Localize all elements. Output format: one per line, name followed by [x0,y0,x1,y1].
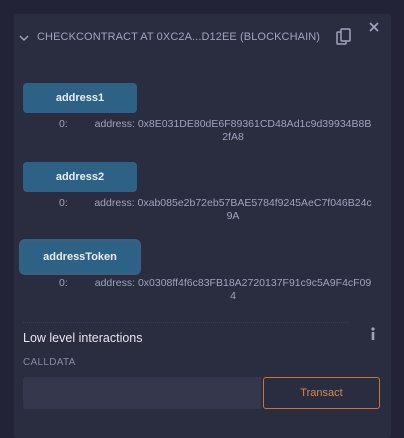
contract-title: CHECKCONTRACT AT 0XC2A...D12EE (BLOCKCHA… [37,31,321,43]
result-value: address: 0x0308ff4f6c83FB18A2720137F91c9… [94,277,372,302]
contract-card: CHECKCONTRACT AT 0XC2A...D12EE (BLOCKCHA… [14,14,391,438]
transact-button[interactable]: Transact [263,377,380,409]
copy-icon[interactable] [336,28,352,46]
result-value: address: 0x8E031DE80dE6F89361CD48Ad1c9d3… [94,118,372,143]
chevron-down-icon[interactable] [19,33,29,43]
result-index: 0: [59,277,68,289]
address1-button[interactable]: address1 [23,83,137,113]
result-index: 0: [59,197,68,209]
deployed-contract-panel: CHECKCONTRACT AT 0XC2A...D12EE (BLOCKCHA… [0,0,404,438]
close-icon[interactable] [368,21,380,33]
result-index: 0: [59,118,68,130]
calldata-input[interactable] [23,377,261,409]
addressToken-button[interactable]: addressToken [21,241,139,273]
calldata-label: CALLDATA [23,357,76,368]
contract-header[interactable]: CHECKCONTRACT AT 0XC2A...D12EE (BLOCKCHA… [14,22,391,50]
section-divider [23,322,348,324]
low-level-interactions-title: Low level interactions [23,331,143,345]
result-value: address: 0xab085e2b72eb57BAE5784f9245AeC… [94,197,372,222]
address2-button[interactable]: address2 [23,162,137,192]
info-icon[interactable] [369,327,377,341]
